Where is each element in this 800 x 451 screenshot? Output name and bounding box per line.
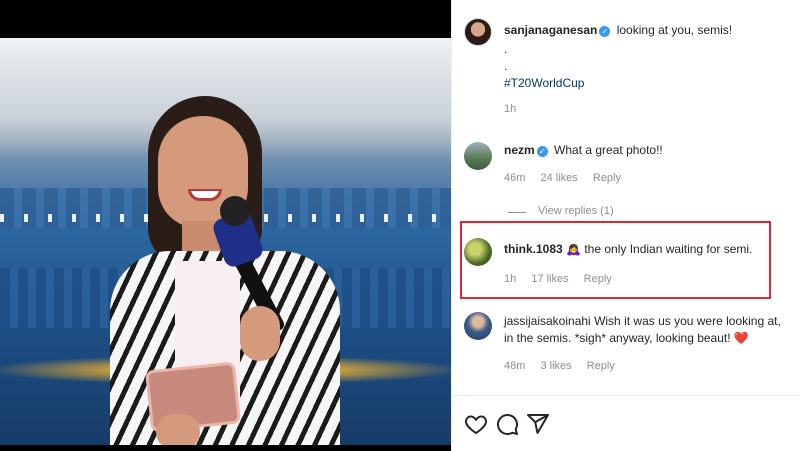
comment-likes[interactable]: 3 likes bbox=[540, 360, 571, 372]
caption-dot: . bbox=[504, 42, 508, 56]
heart-icon[interactable] bbox=[464, 412, 488, 436]
commenter-username[interactable]: nezm bbox=[504, 143, 535, 157]
caption-time: 1h bbox=[504, 103, 784, 115]
replies-divider bbox=[508, 212, 526, 213]
comment-time: 48m bbox=[504, 360, 526, 372]
comment-text: What a great photo!! bbox=[554, 143, 663, 157]
verified-badge-icon: ✓ bbox=[599, 26, 611, 37]
microphone-head bbox=[220, 196, 250, 226]
highlight-box bbox=[460, 221, 771, 299]
share-icon[interactable] bbox=[526, 412, 550, 436]
presenter-figure bbox=[100, 96, 370, 445]
view-replies-button[interactable]: View replies (1) bbox=[538, 205, 614, 217]
comment-icon[interactable] bbox=[495, 412, 519, 436]
commenter-avatar[interactable] bbox=[464, 312, 492, 340]
action-bar bbox=[452, 395, 800, 451]
comment-meta: 46m 24 likes Reply bbox=[504, 172, 633, 184]
commenter-username[interactable]: jassijaisakoinahi bbox=[504, 314, 591, 328]
presenter-left-hand bbox=[156, 414, 200, 445]
caption-dot: . bbox=[504, 59, 508, 73]
author-username[interactable]: sanjanaganesan bbox=[504, 23, 597, 37]
commenter-avatar[interactable] bbox=[464, 142, 492, 170]
comment-item: nezm ✓ What a great photo!! 46m 24 likes … bbox=[452, 138, 800, 198]
post-media-pane bbox=[0, 0, 451, 451]
presenter-right-hand bbox=[240, 306, 280, 361]
caption-body: sanjanaganesan ✓ looking at you, semis! .… bbox=[504, 22, 784, 115]
verified-badge-icon: ✓ bbox=[536, 146, 548, 157]
reply-button[interactable]: Reply bbox=[587, 360, 615, 372]
comment-likes[interactable]: 24 likes bbox=[540, 172, 577, 184]
caption-timestamp: 1h bbox=[504, 103, 517, 115]
comment-body: jassijaisakoinahi Wish it was us you wer… bbox=[504, 313, 789, 347]
hashtag-link[interactable]: #T20WorldCup bbox=[504, 75, 784, 92]
reply-button[interactable]: Reply bbox=[593, 172, 621, 184]
author-avatar[interactable] bbox=[464, 18, 492, 46]
heart-emoji-icon: ❤️ bbox=[733, 331, 749, 345]
comment-body: nezm ✓ What a great photo!! bbox=[504, 142, 789, 159]
comment-time: 46m bbox=[504, 172, 526, 184]
post-photo[interactable] bbox=[0, 38, 451, 445]
comment-item: jassijaisakoinahi Wish it was us you wer… bbox=[452, 310, 800, 380]
view-replies-row: View replies (1) bbox=[452, 205, 800, 221]
caption-text: looking at you, semis! bbox=[616, 23, 733, 37]
post-caption: sanjanaganesan ✓ looking at you, semis! .… bbox=[452, 14, 800, 124]
comment-meta: 48m 3 likes Reply bbox=[504, 360, 627, 372]
